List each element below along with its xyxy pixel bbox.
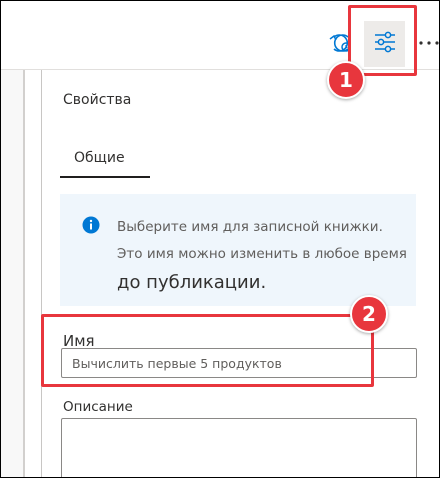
screenshot-frame: Свойства Общие Выберите имя для записной… [0, 0, 440, 478]
info-icon [82, 216, 100, 234]
description-label: Описание [63, 399, 133, 415]
info-text-line-2: Это имя можно изменить в любое время [117, 246, 407, 262]
info-text-line-1: Выберите имя для записной книжки. [117, 219, 383, 235]
info-message: Выберите имя для записной книжки. Это им… [60, 194, 416, 306]
gutter-divider [23, 70, 25, 477]
notebook-gutter [1, 70, 24, 477]
tab-general[interactable]: Общие [60, 140, 150, 178]
tab-label: Общие [74, 150, 125, 166]
description-field[interactable] [61, 418, 417, 477]
callout-badge-1: 1 [327, 61, 365, 99]
callout-highlight-2 [41, 314, 374, 387]
callout-badge-2: 2 [350, 295, 388, 333]
panel-title: Свойства [63, 92, 132, 108]
info-text-line-3: до публикации. [117, 272, 267, 293]
properties-panel: Свойства Общие Выберите имя для записной… [41, 70, 439, 477]
more-options-icon[interactable] [417, 29, 439, 57]
